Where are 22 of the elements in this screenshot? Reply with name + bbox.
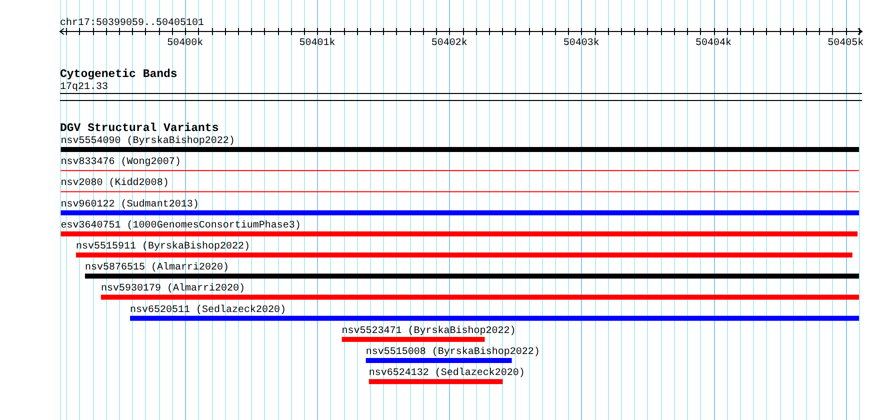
band-label: 17q21.33 bbox=[60, 82, 108, 93]
feature-label: nsv833476 (Wong2007) bbox=[60, 157, 181, 168]
tick-label: 50404k bbox=[696, 38, 732, 49]
tick-label: 50401k bbox=[299, 38, 336, 49]
tick-label: 50403k bbox=[563, 38, 600, 49]
feature-label: nsv5930179 (Almarri2020) bbox=[100, 284, 245, 295]
feature-label: nsv5876515 (Almarri2020) bbox=[84, 262, 229, 274]
tick-label: 50400k bbox=[167, 38, 204, 49]
tick-label: 50405k bbox=[828, 38, 864, 49]
feature-label: nsv6520511 (Sedlazeck2020) bbox=[130, 304, 286, 316]
feature-label: nsv6524132 (Sedlazeck2020) bbox=[368, 368, 525, 380]
feature-label: nsv5554090 (ByrskaBishop2022) bbox=[60, 136, 235, 147]
feature-label: nsv960122 (Sudmant2013) bbox=[60, 199, 199, 210]
tick-label: 50402k bbox=[431, 38, 468, 49]
track-title: DGV Structural Variants bbox=[60, 122, 219, 135]
track-title: Cytogenetic Bands bbox=[60, 68, 178, 81]
region-label: chr17:50399059..50405101 bbox=[60, 18, 204, 29]
feature-label: nsv5523471 (ByrskaBishop2022) bbox=[342, 326, 516, 337]
feature-label: nsv5515911 (ByrskaBishop2022) bbox=[76, 242, 250, 252]
feature-label: esv3640751 (1000GenomesConsortiumPhase3) bbox=[60, 220, 301, 232]
feature-label: nsv5515008 (ByrskaBishop2022) bbox=[366, 347, 540, 358]
feature-label: nsv2080 (Kidd2008) bbox=[60, 178, 169, 190]
